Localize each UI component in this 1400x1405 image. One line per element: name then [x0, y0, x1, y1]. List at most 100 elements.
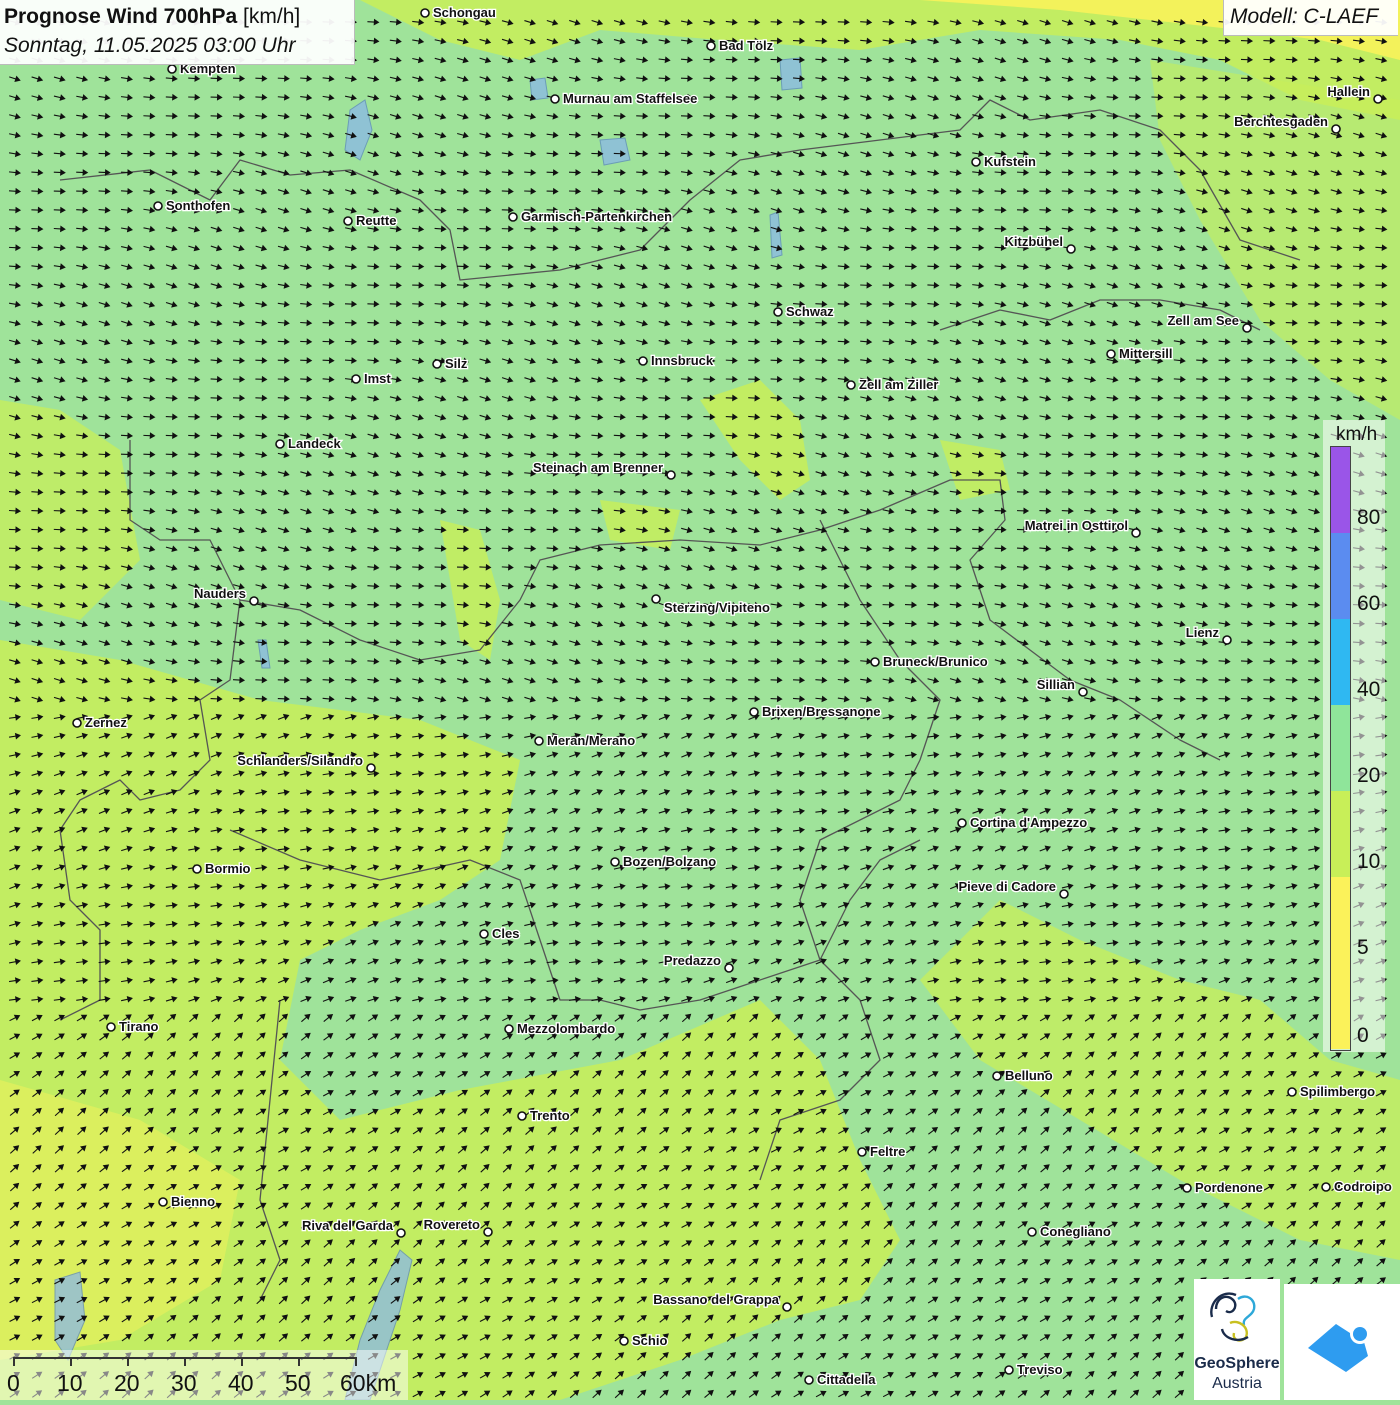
city-dot	[250, 597, 258, 605]
city-label: Predazzo	[664, 953, 721, 968]
scale-label: 40	[228, 1370, 254, 1397]
city-dot	[993, 1072, 1001, 1080]
legend-segment-lime	[1331, 877, 1350, 963]
city-dot	[107, 1023, 115, 1031]
city-label: Matrei in Osttirol	[1025, 518, 1128, 533]
city-marker: Brixen/Bressanone	[750, 704, 881, 719]
city-label: Schongau	[433, 5, 496, 20]
city-dot	[1243, 324, 1251, 332]
legend-tick-60: 60	[1357, 592, 1380, 616]
city-label: Bienno	[171, 1194, 215, 1209]
city-label: Bozen/Bolzano	[623, 854, 716, 869]
city-dot	[551, 95, 559, 103]
city-dot	[433, 360, 441, 368]
city-label: Innsbruck	[651, 353, 714, 368]
city-label: Garmisch-Partenkirchen	[521, 209, 672, 224]
city-dot	[783, 1303, 791, 1311]
city-dot	[505, 1025, 513, 1033]
city-label: Mittersill	[1119, 346, 1172, 361]
city-dot	[1060, 890, 1068, 898]
city-dot	[1107, 350, 1115, 358]
city-dot	[73, 719, 81, 727]
city-label: Bruneck/Brunico	[883, 654, 988, 669]
city-label: Bassano del Grappa	[653, 1292, 779, 1307]
city-label: Sillian	[1037, 677, 1075, 692]
city-dot	[1132, 529, 1140, 537]
city-marker: Spilimbergo	[1288, 1084, 1375, 1099]
city-dot	[1028, 1228, 1036, 1236]
city-dot	[774, 308, 782, 316]
city-label: Schwaz	[786, 304, 834, 319]
scale-tick	[184, 1357, 186, 1366]
city-label: Zell am See	[1167, 313, 1239, 328]
scale-label: 50	[285, 1370, 311, 1397]
city-label: Nauders	[194, 586, 246, 601]
city-dot	[620, 1337, 628, 1345]
city-marker: Sonthofen	[154, 198, 230, 213]
city-label: Trento	[530, 1108, 570, 1123]
city-label: Lienz	[1186, 625, 1220, 640]
logo-line-1: GeoSphere	[1194, 1355, 1280, 1373]
city-dot	[1005, 1366, 1013, 1374]
city-dot	[652, 595, 660, 603]
scale-tick	[127, 1357, 129, 1366]
city-label: Murnau am Staffelsee	[563, 91, 697, 106]
forecast-datetime: Sonntag, 11.05.2025 03:00 Uhr	[4, 34, 296, 58]
city-dot	[858, 1148, 866, 1156]
city-dot	[1183, 1184, 1191, 1192]
legend-segment-yellow	[1331, 963, 1350, 1049]
model-label: Modell: C-LAEF	[1230, 5, 1378, 29]
city-marker: Murnau am Staffelsee	[551, 91, 697, 106]
city-dot	[344, 217, 352, 225]
model-box: Modell: C-LAEF	[1223, 0, 1398, 36]
city-dot	[805, 1376, 813, 1384]
legend-tick-5: 5	[1357, 936, 1369, 960]
city-label: Brixen/Bressanone	[762, 704, 881, 719]
scale-bar: 0 10 20 30 40 50 60km	[0, 1350, 408, 1400]
city-label: Mezzolombardo	[517, 1021, 615, 1036]
city-label: Bormio	[205, 861, 251, 876]
scale-label: 20	[114, 1370, 140, 1397]
city-dot	[1322, 1183, 1330, 1191]
city-label: Belluno	[1005, 1068, 1053, 1083]
city-label: Rovereto	[424, 1217, 480, 1232]
scale-label: 30	[171, 1370, 197, 1397]
city-dot	[707, 42, 715, 50]
city-dot	[154, 202, 162, 210]
geosphere-emblem-box: GeoSphere Austria	[1194, 1279, 1280, 1400]
scale-label: 60km	[340, 1370, 396, 1397]
city-label: Meran/Merano	[547, 733, 635, 748]
city-marker: Schongau	[421, 5, 496, 20]
city-label: Zell am Ziller	[859, 377, 938, 392]
city-label: Spilimbergo	[1300, 1084, 1375, 1099]
city-dot	[639, 357, 647, 365]
city-label: Steinach am Brenner	[533, 460, 663, 475]
city-dot	[276, 440, 284, 448]
legend-tick-0: 0	[1357, 1024, 1369, 1048]
scale-tick	[70, 1357, 72, 1366]
wind-map: SchongauBad TölzKemptenMurnau am Staffel…	[0, 0, 1400, 1400]
city-dot	[352, 375, 360, 383]
city-label: Sonthofen	[166, 198, 230, 213]
city-dot	[972, 158, 980, 166]
city-label: Landeck	[288, 436, 342, 451]
legend-tick-80: 80	[1357, 506, 1380, 530]
legend-segment-cyan	[1331, 705, 1350, 791]
city-marker: Mezzolombardo	[505, 1021, 615, 1036]
city-label: Kitzbühel	[1005, 234, 1064, 249]
city-dot	[1374, 95, 1382, 103]
city-label: Cortina d'Ampezzo	[970, 815, 1087, 830]
city-marker: Bruneck/Brunico	[871, 654, 988, 669]
city-marker: Bozen/Bolzano	[611, 854, 716, 869]
city-dot	[535, 737, 543, 745]
title-box: Prognose Wind 700hPa [km/h] Sonntag, 11.…	[0, 0, 355, 65]
city-dot	[750, 708, 758, 716]
city-dot	[159, 1198, 167, 1206]
title-text: Prognose Wind 700hPa	[4, 5, 237, 28]
legend-unit: km/h	[1336, 424, 1377, 446]
city-dot	[168, 65, 176, 73]
city-marker: Meran/Merano	[535, 733, 635, 748]
city-marker: Conegliano	[1028, 1224, 1111, 1239]
city-label: Riva del Garda	[302, 1218, 394, 1233]
city-label: Imst	[364, 371, 391, 386]
